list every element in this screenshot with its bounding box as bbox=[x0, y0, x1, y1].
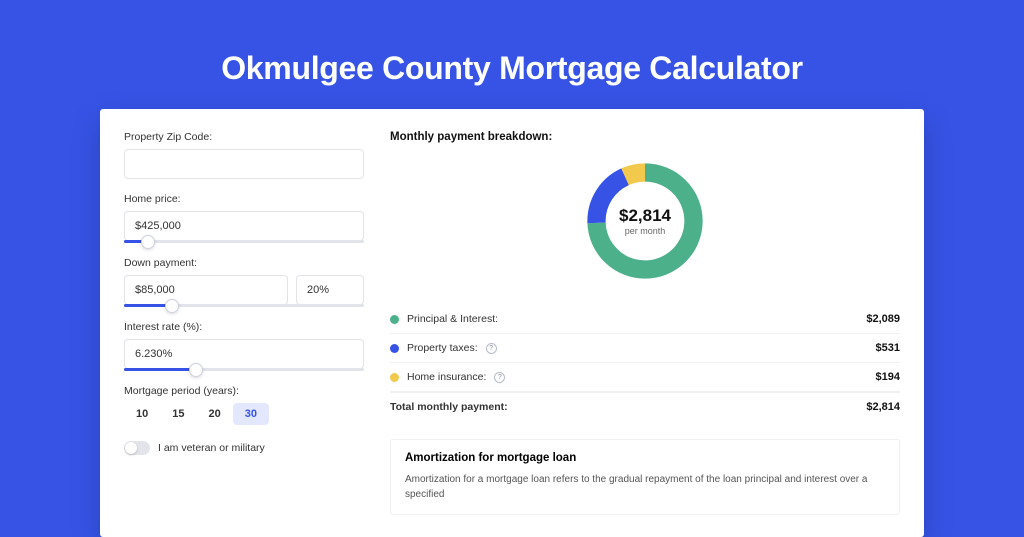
page-title: Okmulgee County Mortgage Calculator bbox=[100, 50, 924, 87]
period-buttons: 10152030 bbox=[124, 403, 364, 425]
legend-label: Property taxes: bbox=[407, 342, 478, 354]
legend-label: Principal & Interest: bbox=[407, 313, 498, 325]
veteran-toggle[interactable] bbox=[124, 441, 150, 455]
mortgage-period-label: Mortgage period (years): bbox=[124, 385, 364, 397]
period-btn-20[interactable]: 20 bbox=[197, 403, 233, 425]
amortization-text: Amortization for a mortgage loan refers … bbox=[405, 472, 885, 502]
zip-input[interactable] bbox=[124, 149, 364, 179]
veteran-label: I am veteran or military bbox=[158, 442, 265, 454]
home-price-input[interactable] bbox=[124, 211, 364, 241]
breakdown-title: Monthly payment breakdown: bbox=[390, 131, 900, 143]
legend-dot-icon bbox=[390, 344, 399, 353]
legend-value: $2,089 bbox=[866, 313, 900, 325]
home-price-slider[interactable] bbox=[124, 240, 364, 243]
down-payment-input[interactable] bbox=[124, 275, 288, 305]
legend-row-2: Home insurance:? $194 bbox=[390, 363, 900, 392]
mortgage-period-field: Mortgage period (years): 10152030 bbox=[124, 385, 364, 425]
interest-rate-field: Interest rate (%): bbox=[124, 321, 364, 371]
amortization-title: Amortization for mortgage loan bbox=[405, 452, 885, 464]
interest-rate-slider[interactable] bbox=[124, 368, 364, 371]
zip-field: Property Zip Code: bbox=[124, 131, 364, 179]
breakdown-column: Monthly payment breakdown: $2,814 per mo… bbox=[390, 131, 900, 515]
info-icon[interactable]: ? bbox=[494, 372, 505, 383]
interest-rate-label: Interest rate (%): bbox=[124, 321, 364, 333]
donut-value: $2,814 bbox=[619, 206, 671, 226]
down-payment-pct-input[interactable] bbox=[296, 275, 364, 305]
legend-dot-icon bbox=[390, 315, 399, 324]
amortization-card: Amortization for mortgage loan Amortizat… bbox=[390, 439, 900, 515]
legend-label: Home insurance: bbox=[407, 371, 486, 383]
donut-chart: $2,814 per month bbox=[581, 157, 709, 285]
slider-thumb-icon[interactable] bbox=[189, 363, 203, 377]
period-btn-30[interactable]: 30 bbox=[233, 403, 269, 425]
down-payment-label: Down payment: bbox=[124, 257, 364, 269]
interest-rate-input[interactable] bbox=[124, 339, 364, 369]
info-icon[interactable]: ? bbox=[486, 343, 497, 354]
donut-sub: per month bbox=[625, 226, 666, 236]
total-value: $2,814 bbox=[866, 401, 900, 413]
slider-thumb-icon[interactable] bbox=[165, 299, 179, 313]
total-row: Total monthly payment: $2,814 bbox=[390, 392, 900, 421]
legend-dot-icon bbox=[390, 373, 399, 382]
legend-row-0: Principal & Interest: $2,089 bbox=[390, 305, 900, 334]
total-label: Total monthly payment: bbox=[390, 401, 508, 413]
form-column: Property Zip Code: Home price: Down paym… bbox=[124, 131, 364, 515]
down-payment-slider[interactable] bbox=[124, 304, 364, 307]
home-price-label: Home price: bbox=[124, 193, 364, 205]
legend: Principal & Interest: $2,089 Property taxe… bbox=[390, 305, 900, 392]
slider-thumb-icon[interactable] bbox=[141, 235, 155, 249]
zip-label: Property Zip Code: bbox=[124, 131, 364, 143]
period-btn-10[interactable]: 10 bbox=[124, 403, 160, 425]
legend-value: $531 bbox=[876, 342, 900, 354]
legend-row-1: Property taxes:? $531 bbox=[390, 334, 900, 363]
calculator-card: Property Zip Code: Home price: Down paym… bbox=[100, 109, 924, 537]
veteran-row: I am veteran or military bbox=[124, 441, 364, 455]
period-btn-15[interactable]: 15 bbox=[160, 403, 196, 425]
legend-value: $194 bbox=[876, 371, 900, 383]
down-payment-field: Down payment: bbox=[124, 257, 364, 307]
home-price-field: Home price: bbox=[124, 193, 364, 243]
